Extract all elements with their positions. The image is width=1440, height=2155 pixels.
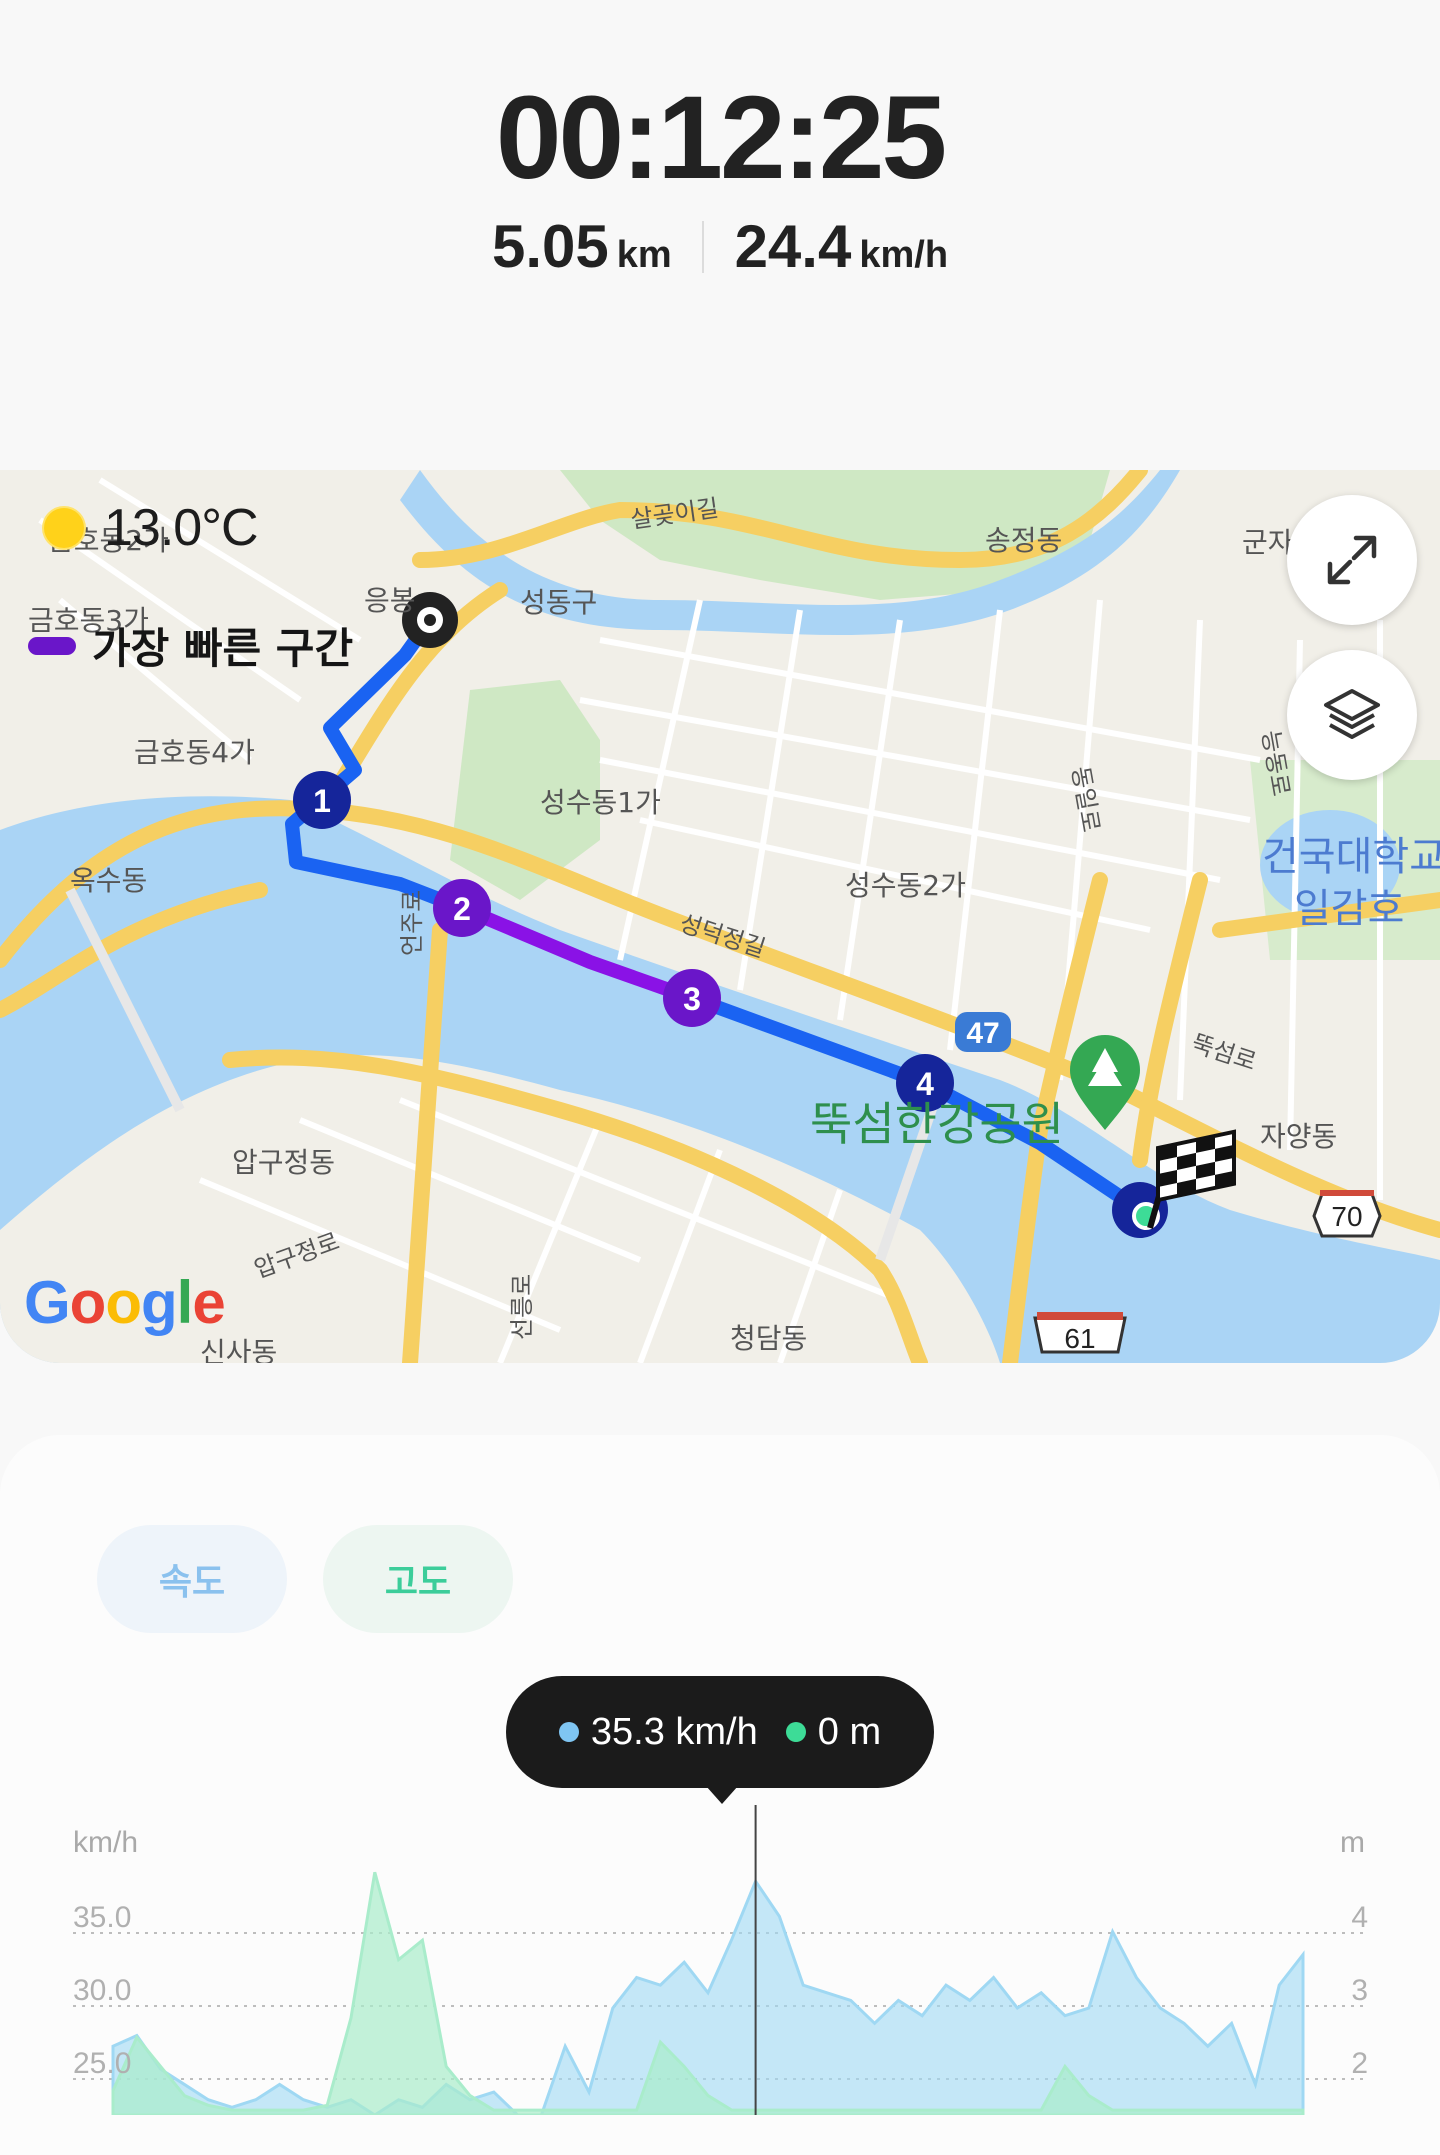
svg-text:70: 70: [1331, 1201, 1362, 1232]
weather-badge: 13.0°C: [44, 498, 259, 558]
route-47-badge: 47: [955, 1012, 1011, 1052]
label-seongdong: 성동구: [520, 586, 597, 619]
expand-map-button[interactable]: [1287, 495, 1417, 625]
label-geumho4: 금호동4가: [134, 736, 255, 769]
sun-icon: [44, 508, 84, 548]
chart-tooltip: 35.3 km/h 0 m: [506, 1676, 934, 1788]
google-logo-letter: e: [192, 1269, 225, 1336]
map-layers-button[interactable]: [1287, 650, 1417, 780]
split-marker-1[interactable]: 1: [293, 771, 351, 829]
route-61-badge: 61: [1033, 1312, 1127, 1354]
label-songjeong: 송정동: [985, 524, 1062, 557]
summary-stats: 5.05 km 24.4 km/h: [0, 212, 1440, 281]
split-marker-3[interactable]: 3: [663, 969, 721, 1027]
svg-text:3: 3: [683, 981, 701, 1017]
label-oksu: 옥수동: [70, 864, 147, 897]
google-logo-letter: o: [105, 1269, 142, 1336]
split-marker-2[interactable]: 2: [433, 879, 491, 937]
label-jayang: 자양동: [1260, 1120, 1337, 1153]
label-sinsa: 신사동: [200, 1336, 277, 1363]
fastest-segment-swatch: [28, 636, 76, 655]
label-konkuk: 건국대학교: [1262, 834, 1440, 880]
distance-unit: km: [616, 234, 672, 276]
legend-label: 가장 빠른 구간: [92, 624, 354, 673]
workout-summary: 00:12:25 5.05 km 24.4 km/h: [0, 0, 1440, 470]
tab-altitude[interactable]: 고도: [323, 1525, 513, 1633]
distance-value: 5.05: [491, 213, 609, 280]
tooltip-speed: 35.3 km/h: [590, 1710, 758, 1753]
tooltip-altitude: 0 m: [817, 1710, 882, 1753]
google-logo-letter: l: [176, 1269, 194, 1336]
temperature: 13.0°C: [104, 499, 259, 557]
svg-text:47: 47: [966, 1017, 999, 1050]
label-seongsu2: 성수동2가: [845, 869, 966, 902]
label-eungbong: 응봉: [364, 584, 416, 617]
avg-speed-unit: km/h: [859, 234, 949, 276]
label-apgujeong: 압구정동: [232, 1146, 335, 1179]
label-ilgamho: 일감호: [1294, 886, 1404, 932]
label-gunja: 군자: [1242, 526, 1294, 559]
svg-text:1: 1: [313, 783, 331, 819]
label-cheongdam: 청담동: [730, 1322, 807, 1355]
avg-speed-value: 24.4: [734, 213, 852, 280]
map-canvas[interactable]: 1 2 3 4 47 61 70 금호동2가 금호동3가 금호동4가 옥수동 응…: [0, 470, 1440, 1363]
layers-icon: [1324, 689, 1380, 739]
tab-speed[interactable]: 속도: [97, 1525, 287, 1633]
google-logo-letter: o: [69, 1269, 107, 1336]
route-70-badge: 70: [1312, 1190, 1382, 1238]
label-seongsu1: 성수동1가: [540, 786, 661, 819]
avg-speed-stat: 24.4 km/h: [735, 212, 948, 281]
google-logo-letter: G: [24, 1269, 71, 1336]
route-map[interactable]: 1 2 3 4 47 61 70 금호동2가 금호동3가 금호동4가 옥수동 응…: [0, 470, 1440, 1363]
google-attribution-logo: Google: [24, 1268, 226, 1337]
tooltip-pointer: [706, 1786, 738, 1804]
label-ttukseom-park: 뚝섬한강공원: [810, 1097, 1064, 1151]
google-logo-letter: g: [140, 1269, 178, 1336]
distance-stat: 5.05 km: [492, 212, 672, 281]
svg-text:2: 2: [453, 891, 471, 927]
elapsed-time: 00:12:25: [495, 72, 947, 204]
altitude-dot-icon: [785, 1722, 806, 1742]
label-eonju: 언주로: [398, 890, 426, 956]
map-legend: 가장 빠른 구간: [28, 615, 353, 676]
svg-text:61: 61: [1064, 1323, 1095, 1354]
speed-dot-icon: [558, 1722, 579, 1742]
stat-divider: [702, 220, 705, 273]
label-seolleung: 선릉로: [508, 1274, 536, 1340]
expand-icon: [1327, 535, 1377, 585]
